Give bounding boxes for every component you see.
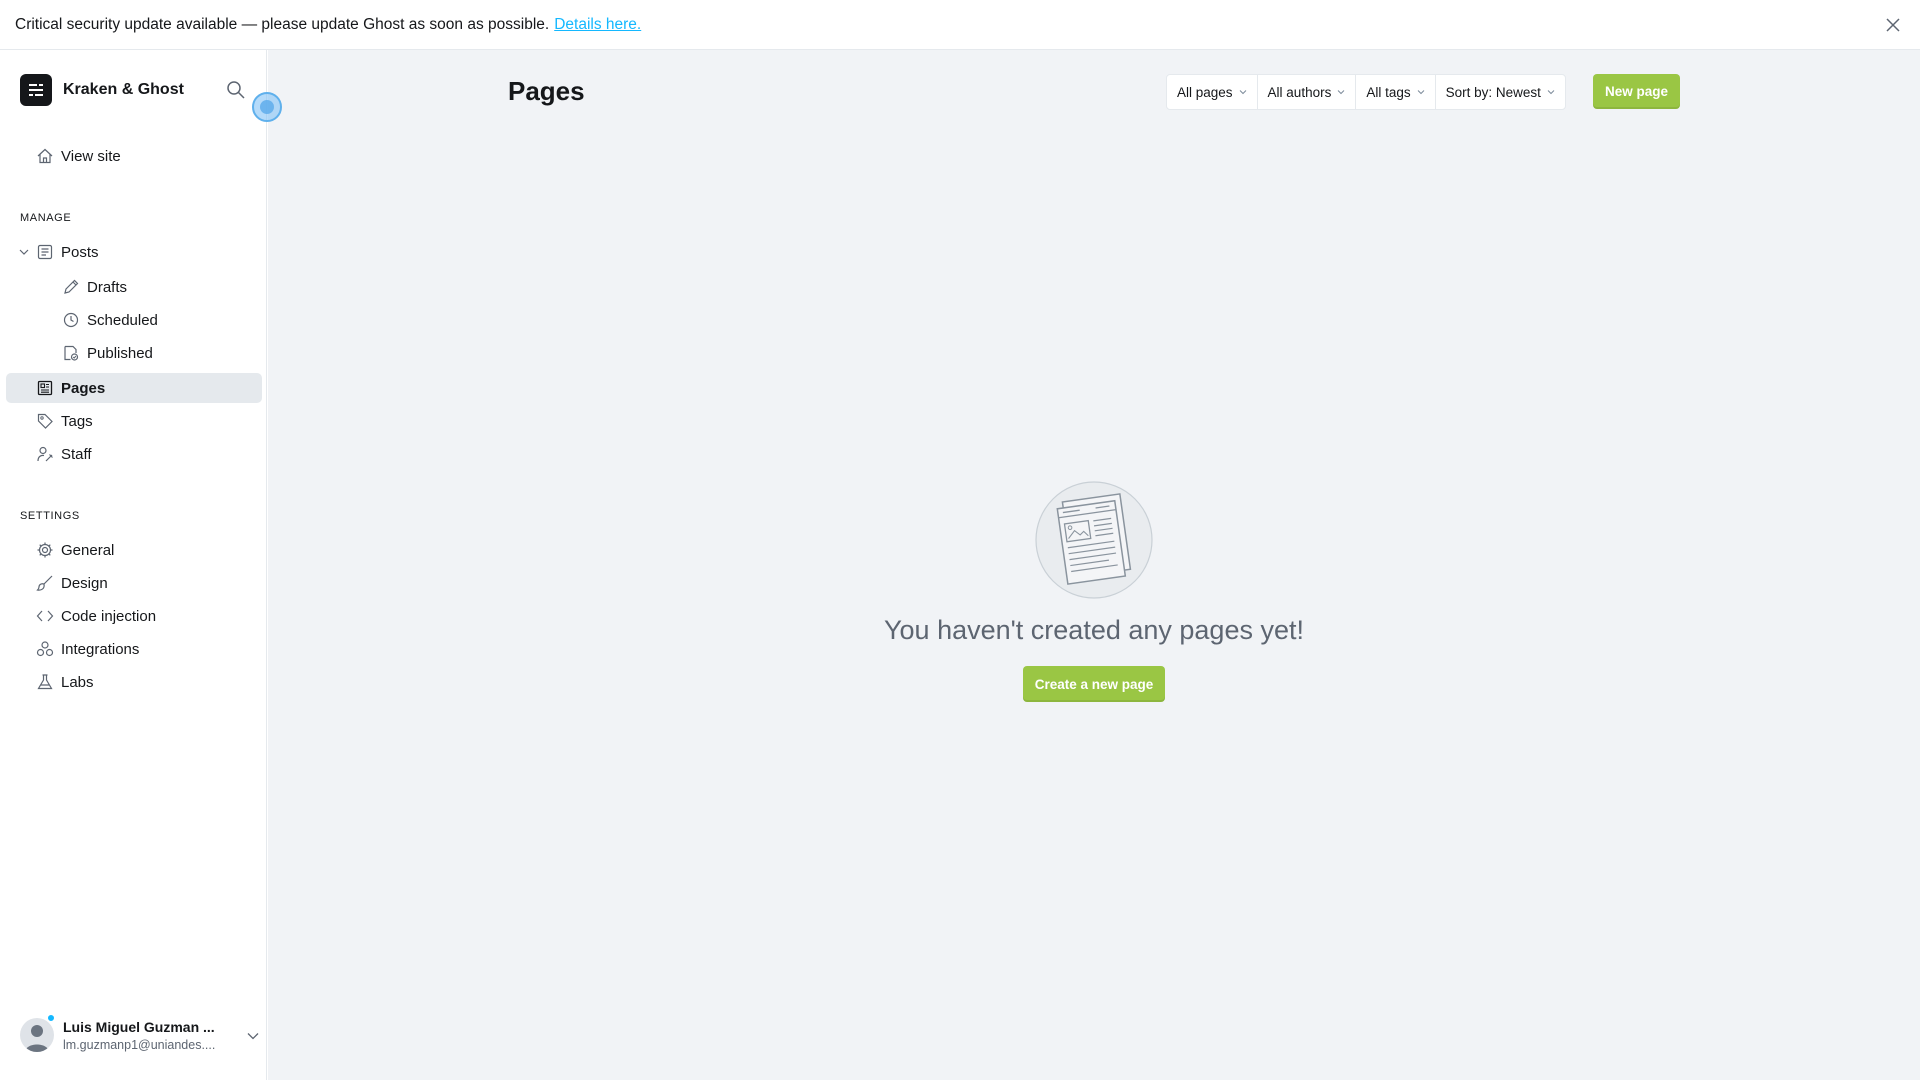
brand[interactable]: Kraken & Ghost (20, 74, 184, 106)
filter-label: Sort by: Newest (1445, 84, 1541, 100)
search-icon (227, 81, 245, 99)
page-title: Pages (508, 76, 585, 106)
clock-icon (63, 312, 79, 328)
sidebar-item-design[interactable]: Design (6, 568, 262, 598)
sidebar-item-scheduled[interactable]: Scheduled (6, 305, 262, 335)
user-name: Luis Miguel Guzman ... (63, 1018, 215, 1035)
sidebar-item-label: Published (87, 344, 153, 362)
gear-icon (37, 542, 53, 558)
chevron-down-icon[interactable] (246, 1029, 260, 1043)
sidebar-item-tags[interactable]: Tags (6, 406, 262, 436)
user-menu[interactable]: Luis Miguel Guzman ... lm.guzmanp1@unian… (20, 1013, 260, 1057)
filter-label: All authors (1267, 84, 1332, 100)
sidebar-item-label: Code injection (61, 607, 157, 625)
sidebar-item-code-injection[interactable]: Code injection (6, 601, 262, 631)
sidebar-item-label: Design (61, 574, 108, 592)
close-banner-button[interactable] (1881, 13, 1905, 37)
staff-icon (37, 446, 53, 462)
notification-dot (46, 1013, 56, 1023)
filter-bar: All pages All authors All tags Sort by: … (1166, 74, 1566, 110)
filter-tags[interactable]: All tags (1356, 75, 1436, 109)
posts-icon (37, 244, 53, 260)
sidebar-item-label: Tags (61, 412, 93, 430)
code-icon (36, 610, 54, 622)
empty-state-message: You haven't created any pages yet! (884, 615, 1304, 645)
banner-details-link[interactable]: Details here. (554, 16, 641, 34)
chevron-down-icon (1417, 90, 1424, 95)
pencil-icon (64, 279, 79, 294)
brush-icon (36, 575, 53, 591)
filter-label: All pages (1177, 84, 1233, 100)
avatar (20, 1018, 54, 1052)
sidebar-item-drafts[interactable]: Drafts (6, 272, 262, 302)
search-button[interactable] (226, 80, 250, 104)
chevron-down-icon (1239, 90, 1246, 95)
chevron-down-icon (1337, 90, 1345, 95)
close-icon (1886, 18, 1900, 32)
banner-message: Critical security update available — ple… (15, 15, 550, 33)
flask-icon (37, 674, 53, 690)
home-icon (37, 148, 53, 164)
sidebar-item-label: Posts (61, 243, 99, 261)
sidebar-item-label: Scheduled (87, 311, 158, 329)
sidebar-item-label: Pages (61, 379, 106, 397)
chevron-down-icon[interactable] (19, 247, 29, 257)
tag-icon (37, 413, 53, 429)
user-email: lm.guzmanp1@uniandes.... (63, 1037, 216, 1052)
filter-label: All tags (1366, 84, 1411, 100)
sidebar-item-staff[interactable]: Staff (6, 439, 262, 469)
create-new-page-button[interactable]: Create a new page (1023, 666, 1165, 702)
sidebar-item-published[interactable]: Published (6, 338, 262, 368)
new-page-button[interactable]: New page (1593, 74, 1680, 109)
filter-authors[interactable]: All authors (1258, 75, 1357, 109)
sidebar-item-labs[interactable]: Labs (6, 667, 262, 697)
security-update-banner: Critical security update available — ple… (0, 0, 1920, 50)
published-icon (64, 345, 79, 361)
sidebar-item-label: Drafts (87, 278, 128, 296)
sidebar-item-pages[interactable]: Pages (6, 373, 262, 403)
sidebar-item-posts[interactable]: Posts (6, 237, 262, 267)
manage-section-title: MANAGE (20, 212, 72, 224)
user-silhouette-icon (25, 1025, 49, 1052)
sidebar-item-label: Labs (61, 673, 94, 691)
sidebar-item-label: General (61, 541, 115, 559)
sidebar-item-label: Staff (61, 445, 92, 463)
filter-sort[interactable]: Sort by: Newest (1436, 75, 1565, 109)
sidebar-item-view-site[interactable]: View site (6, 141, 262, 171)
sidebar-item-integrations[interactable]: Integrations (6, 634, 262, 664)
settings-section-title: SETTINGS (20, 510, 80, 522)
empty-pages-illustration-icon (1035, 481, 1153, 599)
sidebar: Kraken & Ghost View site MANAGE Posts Dr… (0, 50, 267, 1080)
site-name: Kraken & Ghost (63, 81, 184, 98)
main-content: Pages All pages All authors All tags Sor… (268, 50, 1920, 1080)
sidebar-item-label: Integrations (61, 640, 140, 658)
chevron-down-icon (1547, 90, 1555, 95)
ghost-logo-icon (20, 74, 52, 106)
integrations-icon (36, 641, 54, 657)
sidebar-item-general[interactable]: General (6, 535, 262, 565)
sidebar-item-label: View site (61, 147, 121, 165)
pages-icon (37, 380, 53, 396)
filter-page-type[interactable]: All pages (1167, 75, 1258, 109)
